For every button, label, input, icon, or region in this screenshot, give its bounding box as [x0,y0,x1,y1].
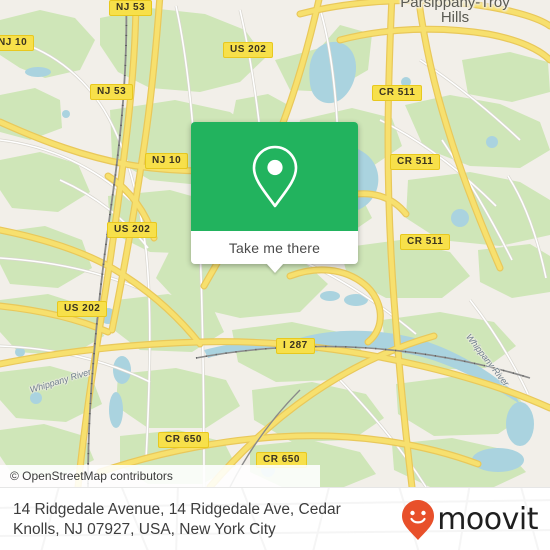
road-shield-us-202-low: US 202 [57,301,108,317]
road-shield-cr-650-left: CR 650 [158,432,209,448]
moovit-wordmark: moovit [437,501,538,537]
address-line-2: Knolls, NJ 07927, USA, New York City [13,520,276,538]
callout-card-header [191,122,358,231]
map-pin-icon [252,145,297,207]
road-shield-nj-53-mid: NJ 53 [90,84,134,100]
address-line-1: 14 Ridgedale Avenue, 14 Ridgedale Ave, C… [13,500,341,518]
take-me-there-label: Take me there [228,239,321,256]
map-canvas[interactable]: NJ 53 NJ 10 US 202 CR 511 NJ 53 NJ 10 CR… [0,0,550,487]
attribution-text: © OpenStreetMap contributors [10,469,173,483]
callout-card-footer[interactable]: Take me there [191,231,358,273]
road-shield-cr-511-mid: CR 511 [390,154,441,170]
footer-bar: 14 Ridgedale Avenue, 14 Ridgedale Ave, C… [0,487,550,550]
road-shield-i-287: I 287 [276,338,315,354]
moovit-pin-smiley-icon [402,499,435,540]
road-shield-cr-511-low: CR 511 [400,234,451,250]
map-screenshot: NJ 53 NJ 10 US 202 CR 511 NJ 53 NJ 10 CR… [0,0,550,550]
road-shield-us-202-mid: US 202 [107,222,158,238]
callout-tail [265,263,284,273]
road-shield-nj-10-mid: NJ 10 [145,153,189,169]
location-callout-card[interactable]: Take me there [191,122,358,273]
road-shield-cr-511-top: CR 511 [372,85,423,101]
address-text: 14 Ridgedale Avenue, 14 Ridgedale Ave, C… [0,500,383,540]
moovit-logo[interactable]: moovit [401,499,538,541]
road-shield-nj-10-left: NJ 10 [0,35,35,51]
road-shield-nj-53-top: NJ 53 [109,0,153,16]
road-shield-us-202-top: US 202 [223,42,274,58]
map-attribution: © OpenStreetMap contributors [0,465,320,487]
